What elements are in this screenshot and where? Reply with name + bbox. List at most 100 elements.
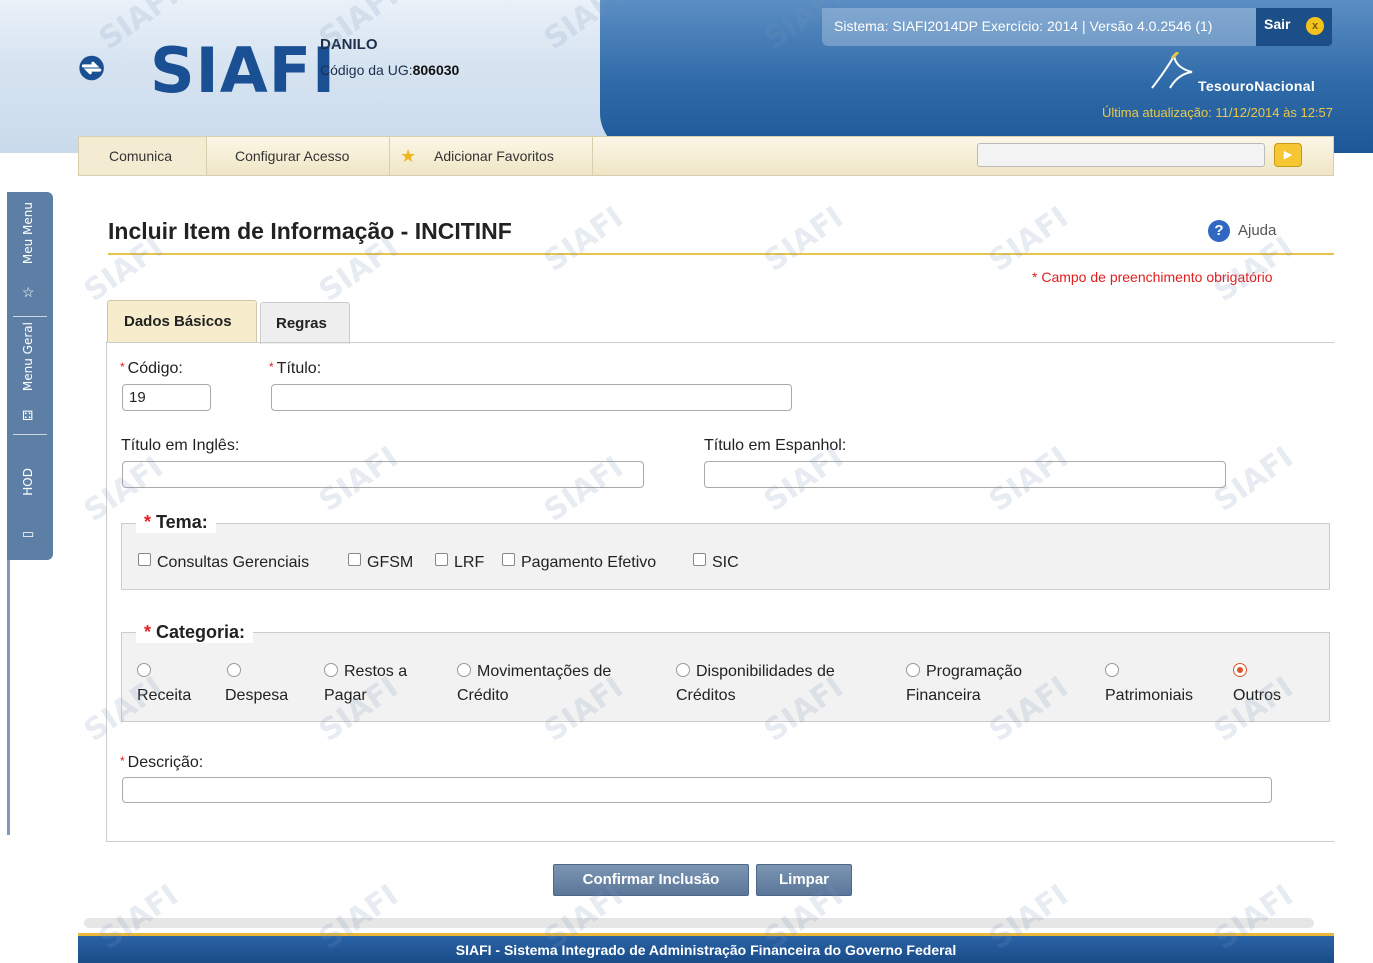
close-icon: x (1306, 17, 1324, 35)
help-link[interactable]: ? Ajuda (1208, 220, 1276, 242)
descricao-input[interactable] (122, 777, 1272, 803)
categoria-radio-receita[interactable]: Receita (137, 660, 191, 708)
toolbar-search-input[interactable] (977, 143, 1265, 167)
descricao-label-text: Descrição: (127, 754, 204, 771)
checkbox-icon[interactable] (502, 553, 515, 566)
categoria-radio-outros[interactable]: Outros (1233, 660, 1281, 708)
side-tab-label: Menu Geral (21, 322, 35, 392)
help-label: Ajuda (1238, 221, 1277, 239)
categoria-radio-programacao-financeira[interactable]: Programação Financeira (906, 660, 1022, 708)
categoria-radio-patrimoniais[interactable]: Patrimoniais (1105, 660, 1193, 708)
monitor-icon: ▭ (22, 526, 35, 541)
tema-legend: * Tema: (136, 512, 216, 533)
toolbar-adicionar-favoritos[interactable]: ★ Adicionar Favoritos (390, 137, 593, 175)
titulo-label: * Título: (269, 360, 322, 377)
siafi-logo-icon (79, 55, 104, 81)
radio-label-line1: Movimentações de (477, 663, 612, 680)
checkbox-icon[interactable] (435, 553, 448, 566)
tema-checkbox-consultas-gerenciais[interactable]: Consultas Gerenciais (138, 553, 309, 572)
side-divider (7, 560, 10, 835)
categoria-radio-despesa[interactable]: Despesa (225, 660, 288, 708)
tema-legend-text: Tema: (156, 512, 208, 532)
radio-label-line1: Disponibilidades de (696, 663, 835, 680)
radio-icon[interactable] (324, 663, 338, 677)
radio-label-line2: Pagar (324, 687, 367, 704)
arrow-right-icon: ▶ (1283, 149, 1293, 161)
checkbox-icon[interactable] (348, 553, 361, 566)
toolbar-comunica[interactable]: Comunica (79, 137, 207, 175)
radio-icon[interactable] (906, 663, 920, 677)
codigo-label-text: Código: (127, 360, 183, 377)
confirmar-inclusao-button[interactable]: Confirmar Inclusão (553, 864, 749, 896)
tema-checkbox-gfsm[interactable]: GFSM (348, 553, 413, 572)
limpar-button[interactable]: Limpar (756, 864, 852, 896)
toolbar-favoritos-label: Adicionar Favoritos (434, 148, 554, 164)
radio-label-line2: Outros (1233, 687, 1282, 704)
titulo-espanhol-label: Título em Espanhol: (704, 437, 847, 454)
side-tab-hod[interactable]: HOD ▭ (7, 438, 53, 548)
side-tab-label: Meu Menu (21, 202, 35, 265)
checkbox-label: GFSM (367, 554, 414, 571)
radio-label-line2: Financeira (906, 687, 981, 704)
titulo-ingles-label: Título em Inglês: (121, 437, 240, 454)
tesouro-nacional-logo: TesouroNacional (1146, 52, 1336, 94)
horizontal-scrollbar[interactable] (84, 918, 1314, 928)
form-panel (106, 342, 1334, 842)
ug-value: 806030 (412, 62, 460, 78)
radio-icon-selected[interactable] (1233, 663, 1247, 677)
radio-label-line2: Despesa (225, 687, 289, 704)
categoria-radio-restos-a-pagar[interactable]: Restos a Pagar (324, 660, 407, 708)
side-tab-meu-menu[interactable]: Meu Menu ☆ (7, 192, 53, 312)
logout-label: Sair (1264, 16, 1291, 32)
titulo-espanhol-input[interactable] (704, 461, 1226, 488)
radio-label-line2: Créditos (676, 687, 736, 704)
page-title: Incluir Item de Informação - INCITINF (108, 218, 512, 244)
checkbox-icon[interactable] (693, 553, 706, 566)
titulo-input[interactable] (271, 384, 792, 411)
radio-icon[interactable] (227, 663, 241, 677)
radio-label-line2: Crédito (457, 687, 509, 704)
tema-checkbox-pagamento-efetivo[interactable]: Pagamento Efetivo (502, 553, 656, 572)
radio-label-line2: Patrimoniais (1105, 687, 1194, 704)
tema-checkbox-lrf[interactable]: LRF (435, 553, 484, 572)
help-icon: ? (1208, 220, 1230, 242)
ug-info: Código da UG:806030 (320, 62, 459, 78)
checkbox-label: LRF (454, 554, 485, 571)
side-tab-label: HOD (21, 468, 35, 496)
categoria-radio-disponibilidades-de-creditos[interactable]: Disponibilidades de Créditos (676, 660, 835, 708)
star-icon: ★ (400, 146, 417, 166)
title-divider (108, 253, 1334, 255)
codigo-label: * Código: (120, 360, 183, 377)
radio-icon[interactable] (457, 663, 471, 677)
logout-button[interactable]: Sair x (1256, 8, 1332, 46)
tab-dados-basicos[interactable]: Dados Básicos (107, 300, 257, 342)
radio-label-line1: Programação (926, 663, 1023, 680)
radio-icon[interactable] (137, 663, 151, 677)
system-info: Sistema: SIAFI2014DP Exercício: 2014 | V… (822, 8, 1258, 46)
search-go-button[interactable]: ▶ (1274, 143, 1302, 167)
tema-checkbox-sic[interactable]: SIC (693, 553, 739, 572)
side-tabs: Meu Menu ☆ Menu Geral ⚃ HOD ▭ (7, 192, 53, 560)
radio-icon[interactable] (1105, 663, 1119, 677)
codigo-input[interactable] (122, 384, 211, 411)
tab-regras[interactable]: Regras (260, 302, 350, 344)
required-note: * Campo de preenchimento obrigatório (1032, 269, 1273, 285)
radio-icon[interactable] (676, 663, 690, 677)
toolbar: Comunica Configurar Acesso ★ Adicionar F… (78, 136, 1334, 176)
tesouro-bird-icon (1151, 52, 1193, 89)
ug-label: Código da UG: (320, 62, 413, 78)
star-icon: ☆ (22, 284, 35, 300)
user-name: DANILO (320, 36, 378, 53)
toolbar-configurar-acesso[interactable]: Configurar Acesso (207, 137, 390, 175)
checkbox-icon[interactable] (138, 553, 151, 566)
radio-label-line2: Receita (137, 687, 192, 704)
titulo-ingles-input[interactable] (122, 461, 644, 488)
radio-label-line1: Restos a (344, 663, 408, 680)
checkbox-label: Pagamento Efetivo (521, 554, 657, 571)
sitemap-icon: ⚃ (22, 408, 34, 423)
categoria-radio-movimentacoes-de-credito[interactable]: Movimentações de Crédito (457, 660, 611, 708)
categoria-legend-text: Categoria: (156, 622, 246, 642)
categoria-legend: * Categoria: (136, 622, 254, 643)
last-update: Última atualização: 11/12/2014 às 12:57 (1101, 105, 1333, 120)
side-tab-menu-geral[interactable]: Menu Geral ⚃ (7, 318, 53, 428)
